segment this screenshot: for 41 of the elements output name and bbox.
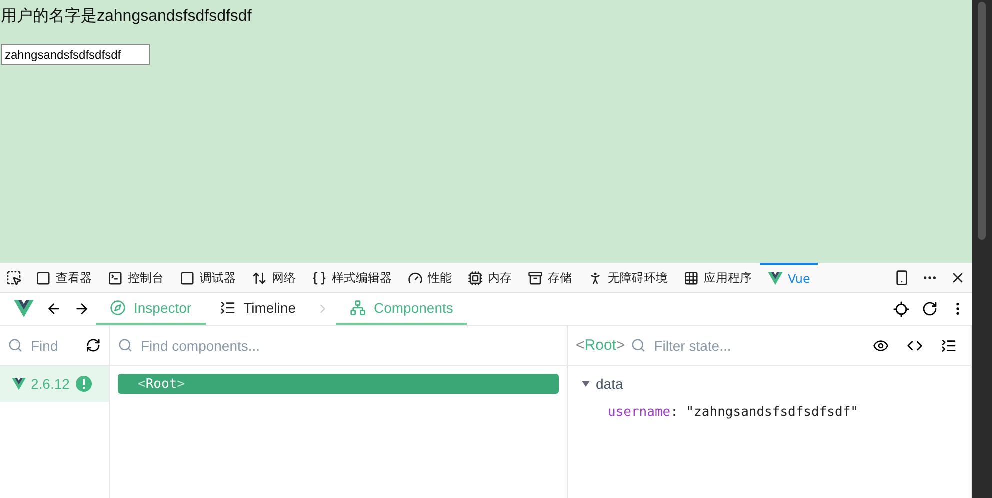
- find-field[interactable]: Find: [29, 336, 80, 354]
- devtools-tab[interactable]: 控制台: [100, 263, 172, 292]
- vue-logo-icon: [12, 378, 26, 390]
- chip-icon: [468, 271, 483, 286]
- component-name: <Root>: [576, 337, 626, 354]
- compass-icon: [110, 300, 126, 316]
- timeline-icon: [220, 300, 236, 316]
- devtools-tab[interactable]: 无障碍环境: [580, 263, 676, 292]
- search-icon: [8, 338, 23, 353]
- square-icon: [36, 271, 51, 286]
- scrollbar-thumb[interactable]: [978, 2, 986, 240]
- devtools-tab[interactable]: 内存: [460, 263, 520, 292]
- tree-icon: [350, 300, 366, 316]
- vue-logo-icon: [768, 272, 783, 286]
- gauge-icon: [408, 271, 423, 286]
- search-icon: [631, 338, 646, 353]
- archive-icon: [528, 271, 543, 286]
- page-heading: 用户的名字是zahngsandsfsdfsdfsdf: [1, 6, 253, 27]
- devtools-tab[interactable]: 样式编辑器: [304, 263, 400, 292]
- search-icon: [118, 338, 133, 353]
- section-title: data: [596, 376, 624, 392]
- devtools-tab[interactable]: 存储: [520, 263, 580, 292]
- state-field: username: "zahngsandsfsdfsdfsdf": [568, 392, 971, 420]
- devtools-tab[interactable]: 性能: [400, 263, 460, 292]
- refresh-icon[interactable]: [86, 338, 101, 353]
- devtools-tab[interactable]: 查看器: [28, 263, 100, 292]
- devtools-tab[interactable]: 网络: [244, 263, 304, 292]
- terminal-icon: [108, 271, 123, 286]
- arrows-icon: [252, 271, 267, 286]
- find-components-field[interactable]: Find components...: [139, 336, 559, 354]
- username-input[interactable]: zahngsandsfsdfsdfsdf: [1, 44, 150, 65]
- grid-icon: [684, 271, 699, 286]
- devtools-tab[interactable]: 调试器: [172, 263, 244, 292]
- devtools-tab[interactable]: 应用程序: [676, 263, 760, 292]
- expand-icon[interactable]: [582, 381, 590, 387]
- person-icon: [588, 271, 603, 286]
- vue-logo-icon: [14, 300, 34, 318]
- square-icon: [180, 271, 195, 286]
- nav-tab[interactable]: Timeline: [206, 293, 310, 325]
- filter-state-field[interactable]: Filter state...: [652, 336, 861, 354]
- braces-icon: [312, 271, 327, 286]
